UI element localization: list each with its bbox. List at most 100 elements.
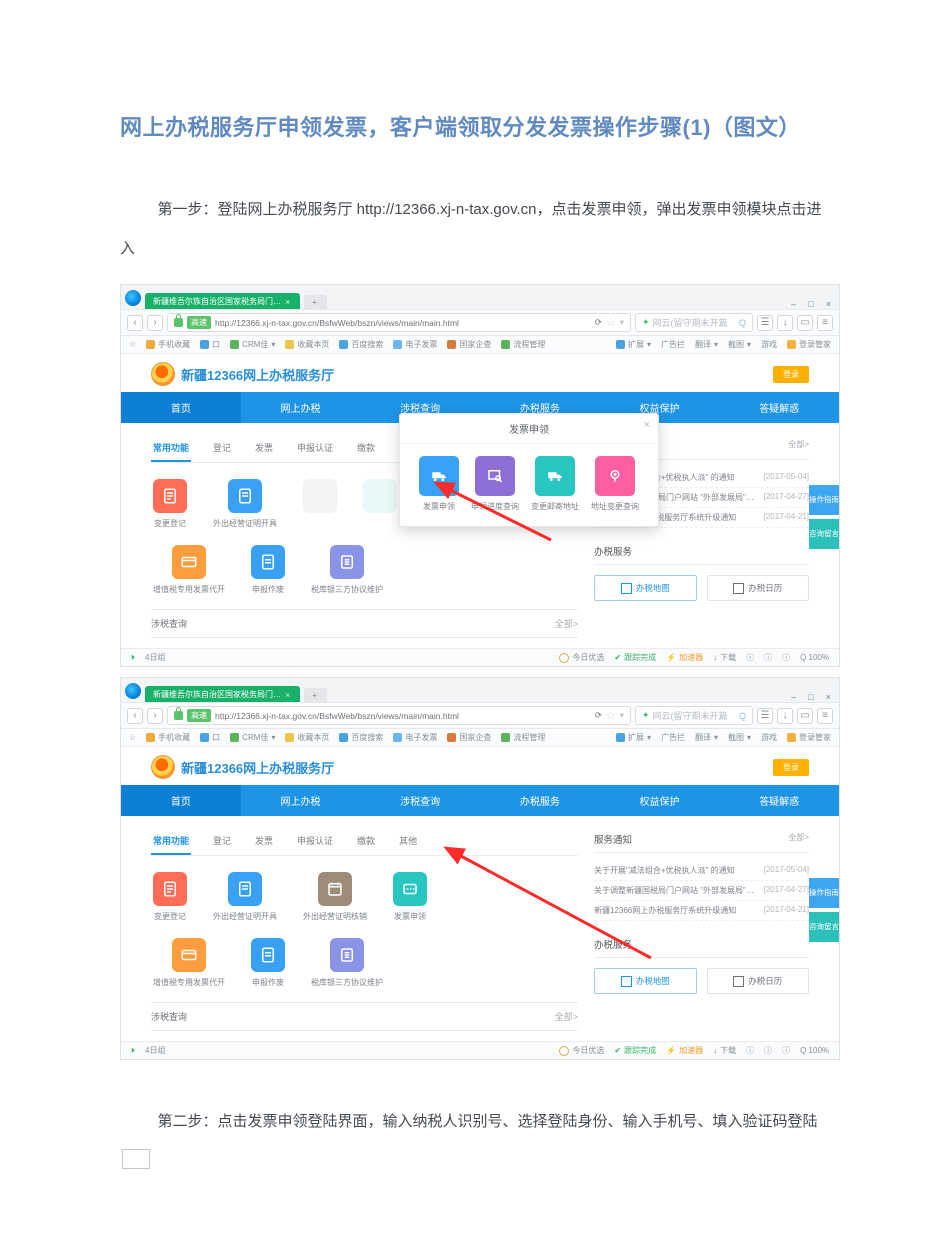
search-go-icon[interactable]: Q: [739, 711, 746, 721]
nav-forward-button[interactable]: ›: [147, 315, 163, 331]
subtab-pay[interactable]: 缴款: [355, 435, 377, 462]
popup-close-icon[interactable]: ×: [644, 419, 650, 431]
nav-dyjh[interactable]: 答疑解惑: [719, 785, 839, 816]
login-button[interactable]: 登录: [773, 366, 809, 383]
browser-ext-button-3[interactable]: ▭: [797, 315, 813, 331]
browser-tab-new[interactable]: +: [304, 688, 327, 702]
float-consult-button[interactable]: 咨询留言: [809, 912, 839, 942]
subtab-declare[interactable]: 申报认证: [295, 435, 335, 462]
nav-wsbs[interactable]: 网上办税: [241, 785, 361, 816]
fn-bank-agreement[interactable]: 税库银三方协议维护: [311, 938, 383, 988]
toolbar-ext[interactable]: 广告拦: [661, 732, 685, 743]
bookmark-item[interactable]: 口: [200, 732, 220, 743]
status-accel[interactable]: ⚡ 加速器: [666, 652, 703, 663]
inquiry-more[interactable]: 全部>: [555, 617, 578, 630]
svc-calendar-button[interactable]: 办税日历: [707, 575, 810, 601]
window-min-icon[interactable]: –: [787, 299, 800, 309]
browser-ext-button-2[interactable]: ↓: [777, 315, 793, 331]
window-min-icon[interactable]: –: [787, 692, 800, 702]
fn-outcert-cancel[interactable]: 外出经营证明核销: [303, 872, 367, 922]
browser-menu-button[interactable]: ≡: [817, 315, 833, 331]
popup-invoice-apply[interactable]: 发票申领: [419, 456, 459, 512]
browser-ext-button-2[interactable]: ↓: [777, 708, 793, 724]
fn-change-reg[interactable]: 变更登记: [153, 872, 187, 922]
status-other[interactable]: ⓘ: [746, 1045, 754, 1056]
address-star-icon[interactable]: ☆: [606, 709, 616, 722]
toolbar-ext[interactable]: 游戏: [761, 732, 777, 743]
status-other[interactable]: ⓘ: [746, 652, 754, 663]
fn-declare-void[interactable]: 申报作废: [251, 938, 285, 988]
search-go-icon[interactable]: Q: [739, 318, 746, 328]
browser-search-box[interactable]: ✦ 网云(留守期末开篇 Q: [635, 313, 753, 332]
bookmark-item[interactable]: 电子发票: [393, 339, 437, 350]
browser-tab-active[interactable]: 新疆维吾尔族自治区国家税务局门… ×: [145, 686, 300, 702]
fn-outcert-create[interactable]: 外出经营证明开具: [213, 479, 277, 529]
status-download[interactable]: ↓ 下载: [713, 1045, 736, 1056]
browser-ext-button-1[interactable]: ☰: [757, 708, 773, 724]
nav-home[interactable]: 首页: [121, 785, 241, 816]
svc-map-button[interactable]: 办税地图: [594, 968, 697, 994]
fn-declare-void[interactable]: 申报作废: [251, 545, 285, 595]
subtab-other[interactable]: 其他: [397, 828, 419, 855]
fn-outcert-create[interactable]: 外出经营证明开具: [213, 872, 277, 922]
bookmark-star-icon[interactable]: ☆: [129, 733, 136, 742]
nav-bsfw[interactable]: 办税服务: [480, 785, 600, 816]
nav-forward-button[interactable]: ›: [147, 708, 163, 724]
subtab-common[interactable]: 常用功能: [151, 435, 191, 462]
popup-change-address[interactable]: 变更邮寄地址: [531, 456, 579, 512]
status-zoom[interactable]: Q 100%: [800, 653, 829, 662]
nav-dyjh[interactable]: 答疑解惑: [719, 392, 839, 423]
status-other[interactable]: ⓘ: [782, 652, 790, 663]
bookmark-item[interactable]: 电子发票: [393, 732, 437, 743]
address-refresh-icon[interactable]: ⟳: [595, 317, 602, 328]
window-max-icon[interactable]: □: [804, 692, 817, 702]
browser-search-box[interactable]: ✦ 网云(留守期末开篇 Q: [635, 706, 753, 725]
news-more[interactable]: 全部>: [788, 439, 809, 453]
browser-tab-active[interactable]: 新疆维吾尔族自治区国家税务局门… ×: [145, 293, 300, 309]
nav-wsbs[interactable]: 网上办税: [241, 392, 361, 423]
address-bar[interactable]: 高速 http://12366.xj-n-tax.gov.cn/BsfwWeb/…: [167, 706, 631, 725]
fn-vat-agent[interactable]: 增值税专用发票代开: [153, 938, 225, 988]
address-refresh-icon[interactable]: ⟳: [595, 710, 602, 721]
window-close-icon[interactable]: ×: [822, 692, 835, 702]
float-guide-button[interactable]: 操作指南: [809, 485, 839, 515]
toolbar-ext[interactable]: 登录管家: [787, 732, 831, 743]
bookmark-item[interactable]: 流程管理: [501, 339, 545, 350]
subtab-declare[interactable]: 申报认证: [295, 828, 335, 855]
bookmark-item[interactable]: CRM佳▾: [230, 339, 275, 350]
inquiry-bar[interactable]: 涉税查询 全部>: [151, 609, 578, 638]
login-button[interactable]: 登录: [773, 759, 809, 776]
toolbar-ext[interactable]: 截图▾: [728, 732, 751, 743]
bookmark-item[interactable]: CRM佳▾: [230, 732, 275, 743]
address-dropdown-icon[interactable]: ▾: [620, 317, 624, 328]
nav-back-button[interactable]: ‹: [127, 708, 143, 724]
news-more[interactable]: 全部>: [788, 832, 809, 846]
bookmark-item[interactable]: 手机收藏: [146, 732, 190, 743]
browser-ext-button-3[interactable]: ▭: [797, 708, 813, 724]
status-track[interactable]: ✔ 跟踪完成: [614, 1045, 656, 1056]
subtab-pay[interactable]: 缴款: [355, 828, 377, 855]
nav-qybh[interactable]: 权益保护: [600, 785, 720, 816]
toolbar-ext[interactable]: 广告拦: [661, 339, 685, 350]
toolbar-ext[interactable]: 扩展▾: [616, 339, 651, 350]
float-consult-button[interactable]: 咨询留言: [809, 519, 839, 549]
tab-close-icon[interactable]: ×: [285, 297, 290, 307]
status-track[interactable]: ✔ 跟踪完成: [614, 652, 656, 663]
toolbar-ext[interactable]: 扩展▾: [616, 732, 651, 743]
toolbar-ext[interactable]: 截图▾: [728, 339, 751, 350]
nav-back-button[interactable]: ‹: [127, 315, 143, 331]
address-dropdown-icon[interactable]: ▾: [620, 710, 624, 721]
address-bar[interactable]: 高速 http://12366.xj-n-tax.gov.cn/BsfwWeb/…: [167, 313, 631, 332]
status-other[interactable]: ⓘ: [764, 652, 772, 663]
window-close-icon[interactable]: ×: [822, 299, 835, 309]
tab-close-icon[interactable]: ×: [285, 690, 290, 700]
bookmark-item[interactable]: 流程管理: [501, 732, 545, 743]
subtab-reg[interactable]: 登记: [211, 828, 233, 855]
news-row[interactable]: 关于调整新疆国税局门户网站 "外部发展局"…[2017-04-27]: [594, 881, 809, 901]
nav-sscx[interactable]: 涉税查询: [360, 785, 480, 816]
status-other[interactable]: ⓘ: [764, 1045, 772, 1056]
nav-home[interactable]: 首页: [121, 392, 241, 423]
subtab-invoice[interactable]: 发票: [253, 435, 275, 462]
popup-address-query[interactable]: 地址变更查询: [591, 456, 639, 512]
toolbar-ext[interactable]: 翻译▾: [695, 339, 718, 350]
